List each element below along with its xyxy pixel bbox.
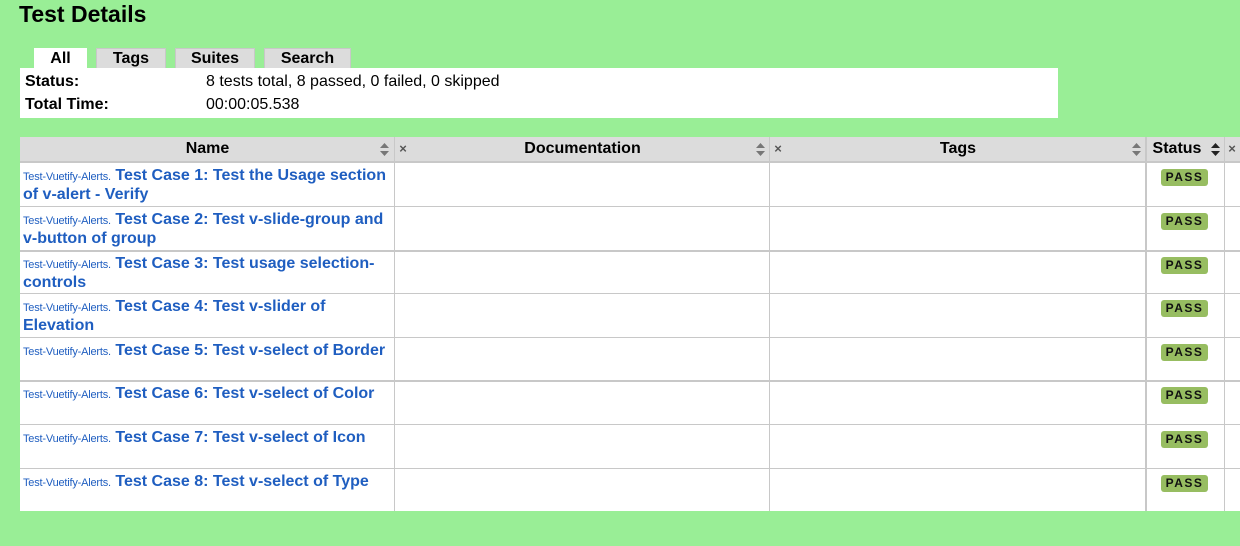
tab-tags[interactable]: Tags [96, 48, 166, 68]
status-label: Status: [25, 73, 80, 90]
parent-suite-link[interactable]: Test-Vuetify-Alerts [23, 259, 108, 271]
statistics-panel: Status: 8 tests total, 8 passed, 0 faile… [20, 68, 1058, 118]
parent-suite-link[interactable]: Test-Vuetify-Alerts [23, 346, 108, 358]
sort-arrows-icon[interactable] [756, 143, 765, 156]
status-badge: PASS [1161, 169, 1208, 186]
test-name-link[interactable]: Test Case 6: Test v-select of Color [115, 385, 374, 402]
close-icon[interactable]: × [397, 137, 409, 161]
close-icon[interactable]: × [1226, 137, 1238, 161]
column-header-name-label: Name [185, 140, 230, 157]
column-header-status-label: Status [1152, 140, 1202, 157]
test-name-cell: Test-Vuetify-Alerts. Test Case 4: Test v… [23, 298, 393, 335]
column-header-documentation[interactable]: Documentation [395, 137, 770, 162]
test-name-link[interactable]: Test Case 8: Test v-select of Type [115, 473, 368, 490]
name-separator: . [108, 477, 111, 489]
test-name-cell: Test-Vuetify-Alerts. Test Case 7: Test v… [23, 429, 393, 448]
status-badge: PASS [1161, 300, 1208, 317]
sort-arrows-icon[interactable] [380, 143, 389, 156]
total-time-label: Total Time: [25, 96, 109, 113]
name-separator: . [108, 433, 111, 445]
sort-arrows-icon[interactable] [1132, 143, 1141, 156]
table-row: Test-Vuetify-Alerts. Test Case 1: Test t… [20, 162, 1240, 206]
test-name-cell: Test-Vuetify-Alerts. Test Case 8: Test v… [23, 473, 393, 492]
table-row: Test-Vuetify-Alerts. Test Case 3: Test u… [20, 250, 1240, 293]
total-time-value: 00:00:05.538 [206, 96, 300, 113]
table-row: Test-Vuetify-Alerts. Test Case 5: Test v… [20, 337, 1240, 380]
table-row: Test-Vuetify-Alerts. Test Case 8: Test v… [20, 468, 1240, 511]
column-header-tags[interactable]: Tags [770, 137, 1146, 162]
parent-suite-link[interactable]: Test-Vuetify-Alerts [23, 433, 108, 445]
table-row: Test-Vuetify-Alerts. Test Case 4: Test v… [20, 293, 1240, 337]
name-separator: . [108, 215, 111, 227]
test-name-cell: Test-Vuetify-Alerts. Test Case 3: Test u… [23, 255, 393, 292]
status-badge: PASS [1161, 344, 1208, 361]
column-header-tags-label: Tags [939, 140, 977, 157]
name-separator: . [108, 389, 111, 401]
page-title: Test Details [19, 1, 147, 27]
sort-arrows-icon[interactable] [1211, 143, 1220, 156]
test-name-cell: Test-Vuetify-Alerts. Test Case 2: Test v… [23, 211, 393, 248]
parent-suite-link[interactable]: Test-Vuetify-Alerts [23, 302, 108, 314]
status-badge: PASS [1161, 213, 1208, 230]
parent-suite-link[interactable]: Test-Vuetify-Alerts [23, 171, 108, 183]
tab-search[interactable]: Search [264, 48, 351, 68]
parent-suite-link[interactable]: Test-Vuetify-Alerts [23, 215, 108, 227]
test-name-link[interactable]: Test Case 7: Test v-select of Icon [115, 429, 365, 446]
close-icon[interactable]: × [772, 137, 784, 161]
status-value: 8 tests total, 8 passed, 0 failed, 0 ski… [206, 73, 500, 90]
tab-all[interactable]: All [34, 48, 87, 69]
name-separator: . [108, 302, 111, 314]
name-separator: . [108, 346, 111, 358]
test-name-cell: Test-Vuetify-Alerts. Test Case 6: Test v… [23, 385, 393, 404]
name-separator: . [108, 259, 111, 271]
column-header-documentation-label: Documentation [524, 140, 641, 157]
status-badge: PASS [1161, 431, 1208, 448]
status-badge: PASS [1161, 257, 1208, 274]
status-badge: PASS [1161, 475, 1208, 492]
table-row: Test-Vuetify-Alerts. Test Case 6: Test v… [20, 380, 1240, 424]
status-badge: PASS [1161, 387, 1208, 404]
table-row: Test-Vuetify-Alerts. Test Case 2: Test v… [20, 206, 1240, 250]
table-row: Test-Vuetify-Alerts. Test Case 7: Test v… [20, 424, 1240, 468]
parent-suite-link[interactable]: Test-Vuetify-Alerts [23, 477, 108, 489]
test-name-link[interactable]: Test Case 5: Test v-select of Border [115, 342, 385, 359]
column-header-name[interactable]: Name [20, 137, 395, 162]
name-separator: . [108, 171, 111, 183]
test-name-cell: Test-Vuetify-Alerts. Test Case 5: Test v… [23, 342, 393, 361]
test-name-cell: Test-Vuetify-Alerts. Test Case 1: Test t… [23, 167, 393, 204]
parent-suite-link[interactable]: Test-Vuetify-Alerts [23, 389, 108, 401]
test-details-table: Name Documentation × Tags × Status × Tes… [20, 137, 1240, 511]
tab-suites[interactable]: Suites [175, 48, 255, 68]
